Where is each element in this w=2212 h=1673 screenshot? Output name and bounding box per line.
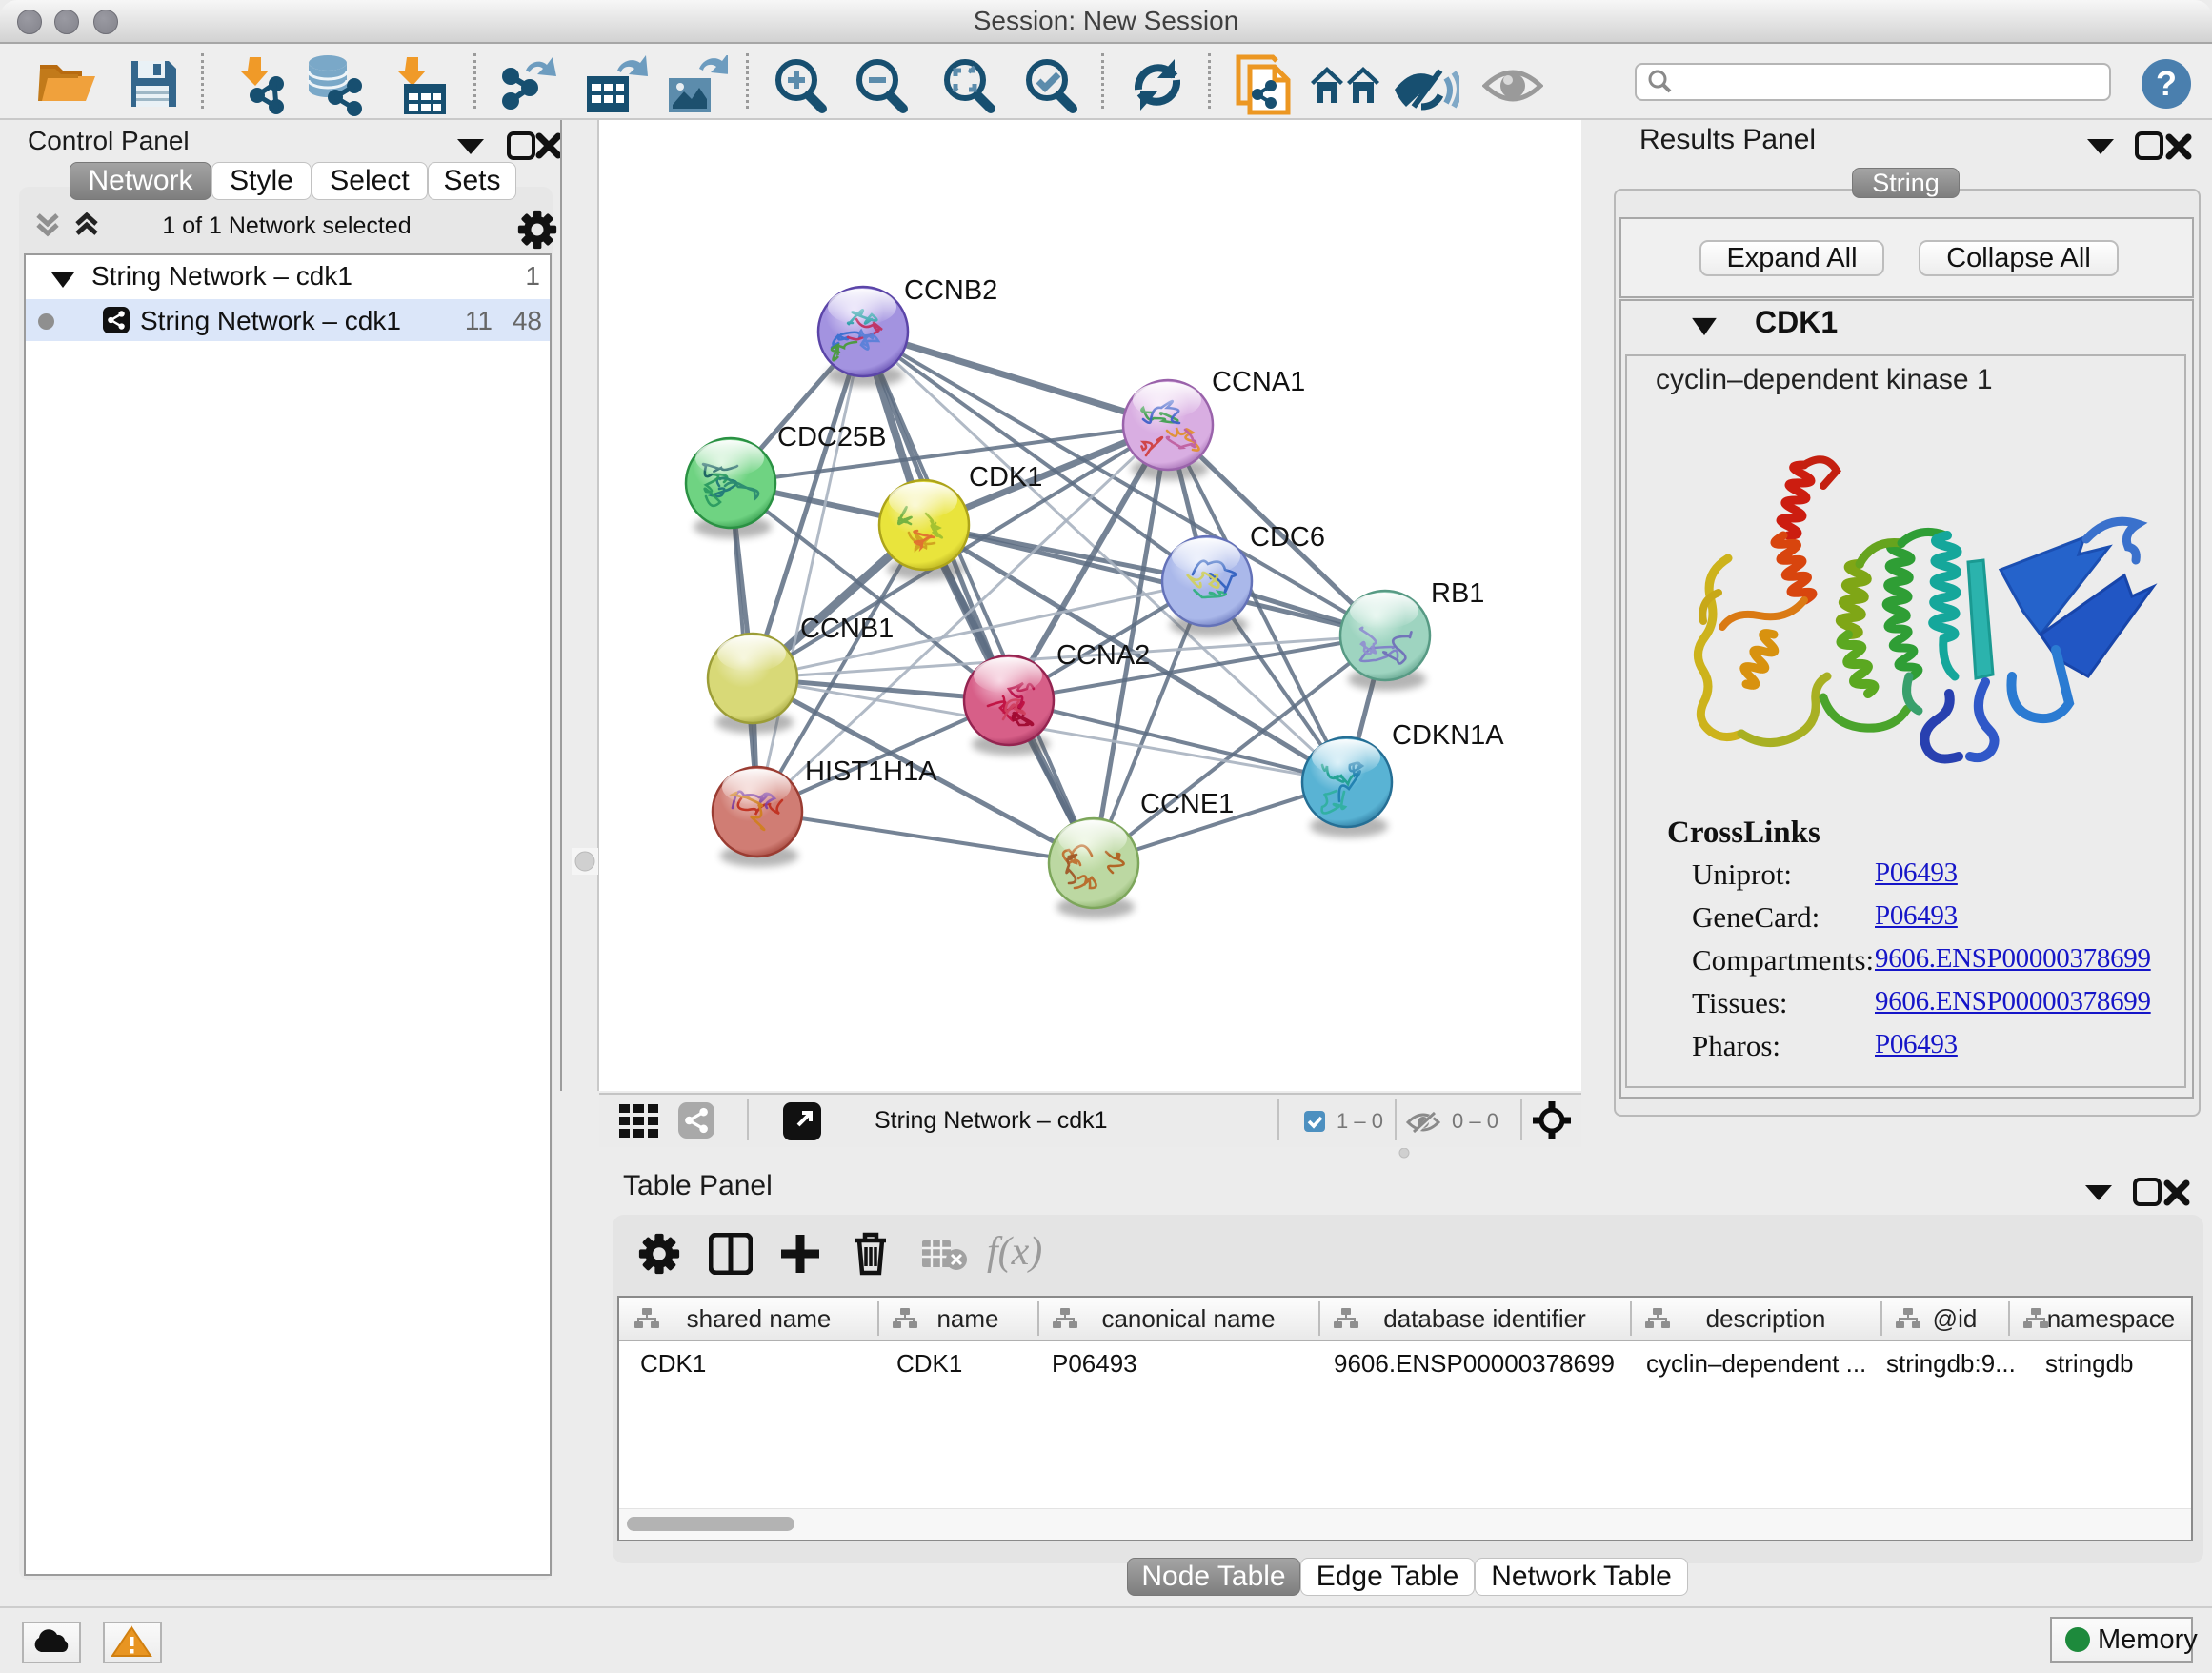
svg-text:CDC6: CDC6 <box>1250 522 1325 553</box>
svg-text:HIST1H1A: HIST1H1A <box>805 756 937 787</box>
svg-text:CCNB1: CCNB1 <box>800 614 894 644</box>
svg-text:CCNA1: CCNA1 <box>1212 367 1305 397</box>
svg-text:CCNE1: CCNE1 <box>1140 789 1234 819</box>
svg-text:CDK1: CDK1 <box>969 462 1042 493</box>
svg-text:?: ? <box>2156 64 2177 103</box>
svg-text:CCNA2: CCNA2 <box>1056 640 1150 671</box>
svg-text:RB1: RB1 <box>1431 578 1484 609</box>
svg-text:CDKN1A: CDKN1A <box>1392 720 1504 751</box>
svg-text:CCNB2: CCNB2 <box>904 275 997 306</box>
svg-text:CDC25B: CDC25B <box>777 422 886 453</box>
